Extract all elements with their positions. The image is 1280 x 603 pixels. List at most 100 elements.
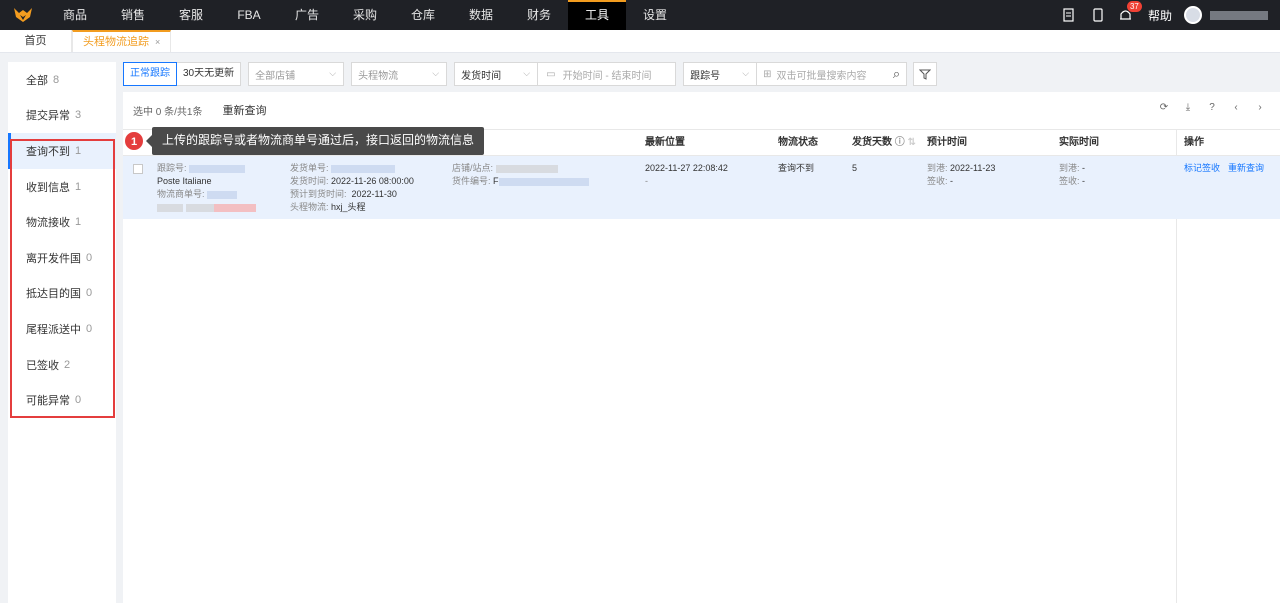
sidebar-item[interactable]: 抵达目的国 0 [8,276,116,312]
arrive-time-value: 2022-11-30 [351,189,397,199]
mobile-icon[interactable] [1084,0,1112,30]
eta-port-value: 2022-11-23 [950,163,996,173]
nav-item[interactable]: 财务 [510,0,568,30]
eta-port-label: 到港: [927,163,948,173]
tracking-info-cell: 跟踪号: Poste Italiane 物流商单号: [157,162,256,214]
sidebar-item-count: 0 [86,287,93,300]
date-type-value: 发货时间 [461,70,502,82]
sidebar-item[interactable]: 收到信息 1 [8,169,116,205]
task-list-icon[interactable] [1056,0,1084,30]
requery-button[interactable]: 重新查询 [222,102,266,118]
prev-page-icon[interactable]: ‹ [1224,102,1248,113]
nav-item[interactable]: 仓库 [394,0,452,30]
sidebar-item-label: 离开发件国 [26,252,81,265]
nav-item[interactable]: FBA [220,0,278,30]
shop-select-value: 全部店铺 [255,70,296,82]
sidebar-item[interactable]: 物流接收 1 [8,204,116,240]
blurred-text [213,203,256,212]
no-update-30d-button[interactable]: 30天无更新 [177,63,240,85]
carrier-name: Poste Italiane [157,176,212,186]
shop-select[interactable]: 全部店铺 ⌵ [248,62,345,86]
search-input[interactable]: ⊞ 双击可批量搜索内容 ⌕ [757,62,908,86]
help-icon[interactable]: ? [1200,102,1224,113]
nav-item[interactable]: 销售 [104,0,162,30]
logo-icon[interactable] [0,0,46,30]
nav-item[interactable]: 设置 [626,0,684,30]
sidebar-item-label: 收到信息 [26,181,70,194]
date-type-select[interactable]: 发货时间 ⌵ [454,62,539,86]
sidebar-item[interactable]: 可能异常 0 [8,382,116,418]
sidebar-item[interactable]: 离开发件国 0 [8,240,116,276]
status-cell: 查询不到 [778,163,815,173]
help-link[interactable]: 帮助 [1148,7,1172,24]
sort-icon: ⇅ [907,137,916,148]
sidebar-item-label: 物流接收 [26,217,70,230]
date-range-picker[interactable]: ▭ 开始时间 - 结束时间 [538,62,677,86]
search-type-value: 跟踪号 [690,70,721,82]
search-type-select[interactable]: 跟踪号 ⌵ [683,62,758,86]
next-page-icon[interactable]: › [1248,102,1272,113]
logistics-select[interactable]: 头程物流 ⌵ [351,62,448,86]
notification-badge: 37 [1126,1,1142,12]
actual-sign-label: 签收: [1059,176,1080,186]
latest-location-cell: 2022-11-27 22:08:42 - [645,162,728,188]
username-blurred[interactable] [1210,10,1268,20]
sidebar-item[interactable]: 已签收 2 [8,347,116,383]
annotation-number: 1 [124,131,144,151]
col-ship-days[interactable]: 发货天数 ⓘ ⇅ [852,130,916,155]
carrier-no-label: 物流商单号: [157,189,205,199]
sidebar-item[interactable]: 全部 8 [8,62,116,98]
shop-blurred [495,164,558,173]
requery-link[interactable]: 重新查询 [1228,163,1264,173]
logistics-select-value: 头程物流 [358,70,399,82]
logistics-label: 头程物流: [290,202,329,212]
actual-sign-value: - [1082,176,1086,186]
download-icon[interactable]: ⤓ [1176,102,1200,113]
tab-home[interactable]: 首页 [0,30,72,52]
row-checkbox[interactable] [133,164,143,174]
ship-no-blurred[interactable] [331,164,396,173]
nav-item[interactable]: 采购 [336,0,394,30]
sidebar-item[interactable]: 尾程派送中 0 [8,311,116,347]
bell-icon[interactable]: 37 [1112,0,1142,30]
chevron-down-icon: ⌵ [523,68,531,78]
nav-item[interactable]: 广告 [278,0,336,30]
table-toolbar: 选中 0 条/共1条 重新查询 ⟳ ⤓ ? ‹ › [123,92,1280,128]
sidebar-item[interactable]: 查询不到 1 [8,133,116,169]
avatar[interactable] [1184,6,1202,24]
eta-cell: 到港: 2022-11-23 签收: - [927,162,995,188]
sidebar-item-count: 3 [75,109,82,122]
col-eta: 预计时间 [927,137,967,148]
carrier-no-blurred [207,190,238,199]
tracking-no-blurred[interactable] [189,164,246,173]
latest-place: - [645,176,648,186]
filter-bar: 正常跟踪 30天无更新 全部店铺 ⌵ 头程物流 ⌵ 发货时间 ⌵ ▭ 开始时间 - 结束… [123,62,938,86]
close-icon[interactable]: × [155,37,160,47]
shop-label: 店铺/站点: [452,163,494,173]
nav-item[interactable]: 数据 [452,0,510,30]
logistics-value: hxj_头程 [331,202,366,212]
sidebar-item[interactable]: 提交异常 3 [8,98,116,134]
sidebar-item-label: 全部 [26,74,48,87]
sidebar-item-count: 0 [75,394,82,407]
sidebar-item-count: 0 [86,322,93,335]
normal-tracking-button[interactable]: 正常跟踪 [123,62,177,86]
goods-no-label: 货件编号: [452,176,491,186]
filter-icon[interactable] [913,62,938,86]
grid-icon: ⊞ [763,68,772,80]
tracking-no-label: 跟踪号: [157,163,187,173]
sidebar-item-label: 可能异常 [26,395,70,408]
chevron-down-icon: ⌵ [329,68,337,78]
tracking-mode-switch: 正常跟踪 30天无更新 [123,62,242,86]
search-icon[interactable]: ⌕ [893,66,900,82]
blurred-text [185,203,214,212]
refresh-icon[interactable]: ⟳ [1152,102,1176,113]
col-ship-days-label: 发货天数 [852,137,892,148]
nav-item[interactable]: 工具 [568,0,626,30]
table-row: 跟踪号: Poste Italiane 物流商单号: 发货单号: 发货时间: 2… [123,156,1280,219]
nav-item[interactable]: 商品 [46,0,104,30]
ship-time-value: 2022-11-26 08:00:00 [331,176,414,186]
nav-item[interactable]: 客服 [162,0,220,30]
tab-logistics-tracking[interactable]: 头程物流追踪 × [72,30,172,52]
mark-signed-link[interactable]: 标记签收 [1184,163,1220,173]
